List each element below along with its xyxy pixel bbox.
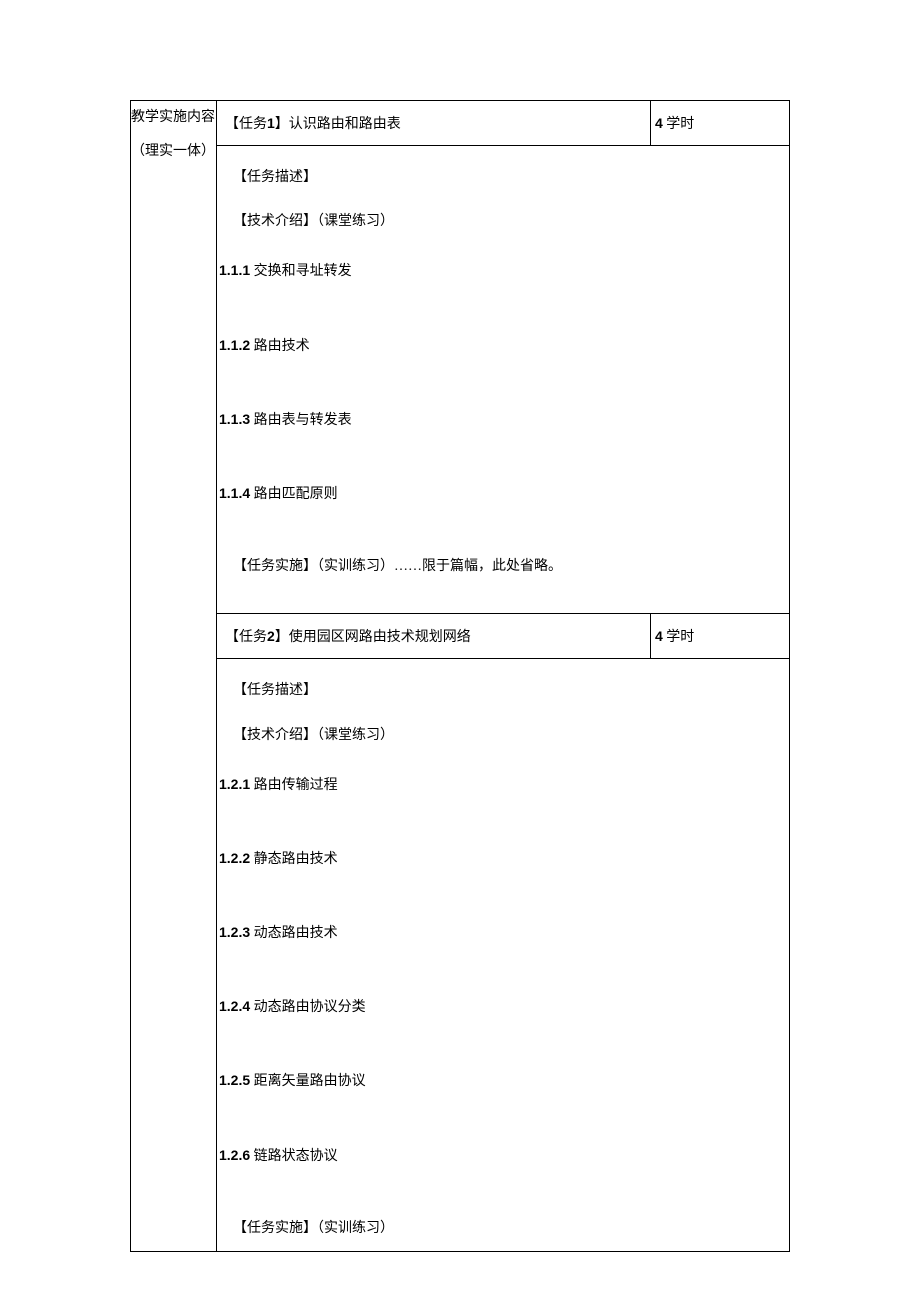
task2-item-5: 1.2.5 距离矢量路由协议 (219, 1054, 787, 1128)
task2-title-suffix: 】使用园区网路由技术规划网络 (275, 630, 471, 645)
task2-hours-suffix: 学时 (663, 630, 695, 645)
task2-item-1-num: 1.2.1 (219, 776, 250, 792)
task2-item-1: 1.2.1 路由传输过程 (219, 758, 787, 832)
task2-item-3-num: 1.2.3 (219, 924, 250, 940)
task2-item-3: 1.2.3 动态路由技术 (219, 906, 787, 980)
task1-item-1-num: 1.1.1 (219, 262, 250, 278)
task2-item-4-text: 动态路由协议分类 (250, 1000, 366, 1015)
task2-item-5-num: 1.2.5 (219, 1072, 250, 1088)
task2-title-num: 2 (267, 628, 275, 644)
task2-item-4-num: 1.2.4 (219, 998, 250, 1014)
task2-title-prefix: 【任务 (225, 630, 267, 645)
task1-item-4-text: 路由匹配原则 (250, 487, 338, 502)
task1-item-4-num: 1.1.4 (219, 485, 250, 501)
document-page: 教学实施内容（理实一体） 【任务1】认识路由和路由表 4 学时 【任务描述】 【… (0, 0, 920, 1302)
task1-item-4: 1.1.4 路由匹配原则 (219, 467, 787, 533)
content-cell: 【任务1】认识路由和路由表 4 学时 【任务描述】 【技术介绍】（课堂练习） 1… (217, 101, 790, 1252)
task2-tech: 【技术介绍】（课堂练习） (219, 714, 787, 758)
task1-tech: 【技术介绍】（课堂练习） (219, 200, 787, 244)
task2-item-6: 1.2.6 链路状态协议 (219, 1129, 787, 1195)
task1-title: 【任务1】认识路由和路由表 (217, 101, 651, 145)
task1-title-prefix: 【任务 (225, 117, 267, 132)
task2-hours-num: 4 (655, 628, 663, 644)
task1-hours-num: 4 (655, 115, 663, 131)
task1-hours-suffix: 学时 (663, 117, 695, 132)
task2-item-6-num: 1.2.6 (219, 1147, 250, 1163)
task1-title-num: 1 (267, 115, 275, 131)
task2-item-6-text: 链路状态协议 (250, 1149, 338, 1164)
task1-header: 【任务1】认识路由和路由表 4 学时 (217, 101, 789, 146)
task2-item-4: 1.2.4 动态路由协议分类 (219, 980, 787, 1054)
task2-desc: 【任务描述】 (219, 669, 787, 713)
task2-item-3-text: 动态路由技术 (250, 926, 338, 941)
task1-item-3-num: 1.1.3 (219, 411, 250, 427)
task1-title-suffix: 】认识路由和路由表 (275, 117, 401, 132)
task2-item-1-text: 路由传输过程 (250, 778, 338, 793)
task1-item-2-num: 1.1.2 (219, 337, 250, 353)
task1-item-1-text: 交换和寻址转发 (250, 264, 352, 279)
task1-item-3: 1.1.3 路由表与转发表 (219, 393, 787, 467)
task1-body: 【任务描述】 【技术介绍】（课堂练习） 1.1.1 交换和寻址转发 1.1.2 … (217, 146, 789, 613)
task2-header: 【任务2】使用园区网路由技术规划网络 4 学时 (217, 613, 789, 659)
task1-desc: 【任务描述】 (219, 156, 787, 200)
task2-item-2: 1.2.2 静态路由技术 (219, 832, 787, 906)
task1-item-2-text: 路由技术 (250, 339, 310, 354)
task2-hours: 4 学时 (651, 614, 789, 658)
task2-body: 【任务描述】 【技术介绍】（课堂练习） 1.2.1 路由传输过程 1.2.2 静… (217, 659, 789, 1251)
content-table: 教学实施内容（理实一体） 【任务1】认识路由和路由表 4 学时 【任务描述】 【… (130, 100, 790, 1252)
row-label: 教学实施内容（理实一体） (131, 110, 215, 159)
row-label-cell: 教学实施内容（理实一体） (131, 101, 217, 1252)
task1-item-1: 1.1.1 交换和寻址转发 (219, 244, 787, 318)
task1-hours: 4 学时 (651, 101, 789, 145)
task2-item-5-text: 距离矢量路由协议 (250, 1074, 366, 1089)
task2-impl: 【任务实施】（实训练习） (219, 1195, 787, 1247)
task1-impl: 【任务实施】（实训练习）……限于篇幅，此处省略。 (219, 533, 787, 593)
task2-item-2-text: 静态路由技术 (250, 852, 338, 867)
task1-item-2: 1.1.2 路由技术 (219, 319, 787, 393)
task1-item-3-text: 路由表与转发表 (250, 413, 352, 428)
task2-title: 【任务2】使用园区网路由技术规划网络 (217, 614, 651, 658)
task2-item-2-num: 1.2.2 (219, 850, 250, 866)
